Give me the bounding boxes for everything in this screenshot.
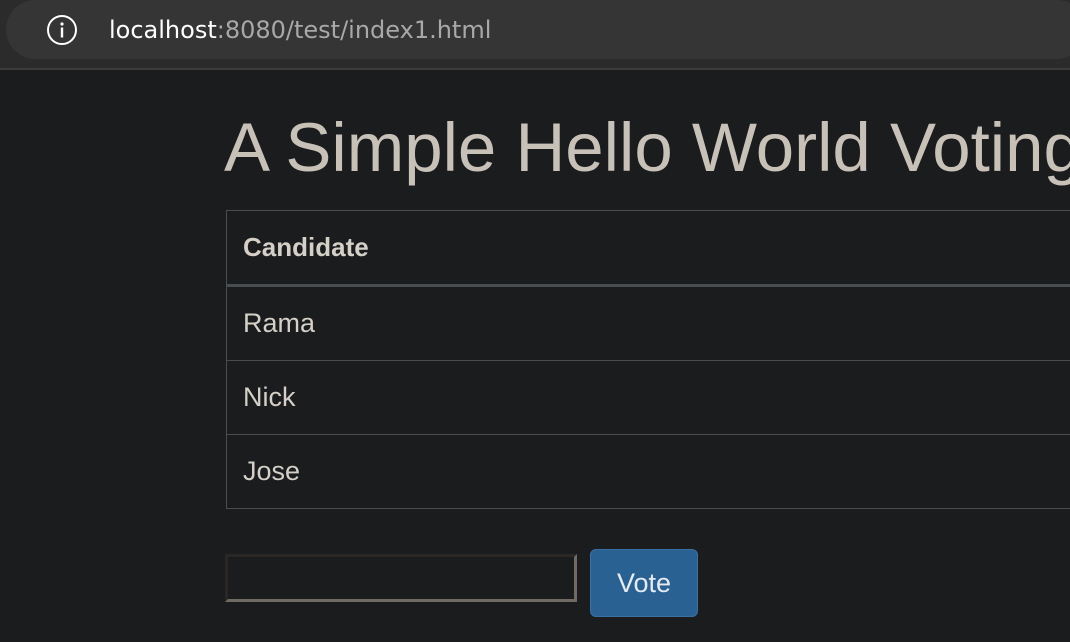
url-text[interactable]: localhost:8080/test/index1.html xyxy=(109,15,491,45)
table-row: Jose xyxy=(226,434,1070,509)
candidate-cell: Nick xyxy=(226,360,1070,435)
address-bar[interactable]: localhost:8080/test/index1.html xyxy=(6,0,1070,59)
candidate-cell: Jose xyxy=(226,434,1070,509)
browser-toolbar: localhost:8080/test/index1.html xyxy=(0,0,1070,70)
vote-button[interactable]: Vote xyxy=(590,549,698,617)
table-row: Rama xyxy=(226,285,1070,361)
candidate-input[interactable] xyxy=(225,554,577,602)
page-content: A Simple Hello World Voting Application … xyxy=(0,70,1070,642)
candidate-cell: Rama xyxy=(226,285,1070,361)
url-path: :8080/test/index1.html xyxy=(216,16,492,44)
candidates-table: Candidate Rama Nick Jose xyxy=(226,210,1070,509)
table-header-row: Candidate xyxy=(226,210,1070,287)
column-header-candidate: Candidate xyxy=(226,210,1070,287)
url-host: localhost xyxy=(109,16,217,44)
page-title: A Simple Hello World Voting Application xyxy=(224,109,1070,186)
info-circle-icon[interactable] xyxy=(46,14,78,46)
table-row: Nick xyxy=(226,360,1070,435)
